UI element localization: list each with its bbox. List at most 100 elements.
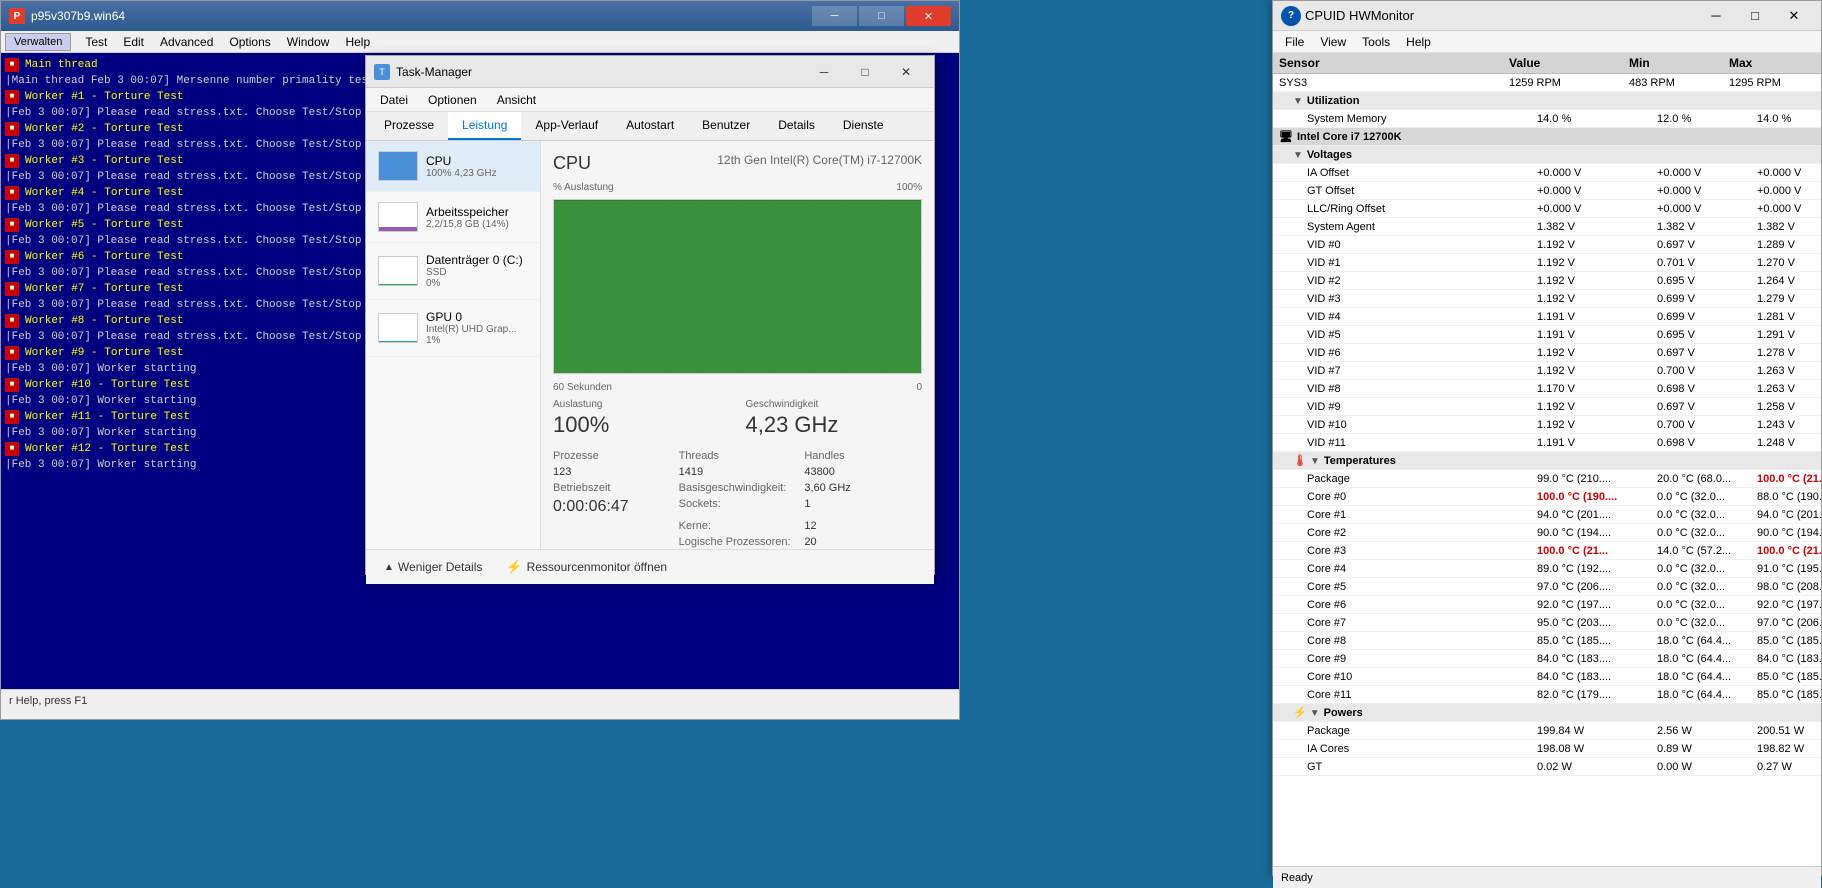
- sensor-name: GT Offset: [1307, 185, 1537, 197]
- worker-label: Worker #1 - Torture Test: [25, 89, 183, 105]
- table-row: VID #71.192 V0.700 V1.263 V: [1273, 362, 1821, 380]
- sidebar-item-disk[interactable]: Datenträger 0 (C:) SSD0%: [366, 243, 540, 300]
- sensor-max: 14.0 %: [1757, 113, 1821, 125]
- kerne-label: Kerne:: [679, 520, 797, 532]
- prime95-close-button[interactable]: ✕: [906, 6, 951, 26]
- table-row: VID #01.192 V0.697 V1.289 V: [1273, 236, 1821, 254]
- table-row: Core #795.0 °C (203....0.0 °C (32.0...97…: [1273, 614, 1821, 632]
- sensor-name: System Memory: [1307, 113, 1537, 125]
- tab-dienste[interactable]: Dienste: [829, 112, 898, 140]
- sensor-min: +0.000 V: [1657, 167, 1757, 179]
- table-row: VID #111.191 V0.698 V1.248 V: [1273, 434, 1821, 452]
- hwm-maximize-button[interactable]: □: [1736, 5, 1774, 27]
- table-row: Core #0 100.0 °C (190.... 0.0 °C (32.0..…: [1273, 488, 1821, 506]
- ressourcenmonitor-label: Ressourcenmonitor öffnen: [527, 560, 668, 574]
- prime95-maximize-button[interactable]: □: [859, 6, 904, 26]
- worker-icon: ■: [5, 218, 19, 232]
- table-row: System Agent 1.382 V 1.382 V 1.382 V: [1273, 218, 1821, 236]
- section-name: 🖥Intel Core i7 12700K: [1279, 130, 1509, 143]
- table-row: GT Offset +0.000 V +0.000 V +0.000 V: [1273, 182, 1821, 200]
- hwm-minimize-button[interactable]: ─: [1697, 5, 1735, 27]
- tab-leistung[interactable]: Leistung: [448, 112, 521, 140]
- table-row: Core #290.0 °C (194....0.0 °C (32.0...90…: [1273, 524, 1821, 542]
- prime95-minimize-button[interactable]: ─: [812, 6, 857, 26]
- prime95-menu-options[interactable]: Options: [221, 33, 278, 51]
- sensor-min: +0.000 V: [1657, 203, 1757, 215]
- prime95-menu-advanced[interactable]: Advanced: [152, 33, 221, 51]
- prime95-statusbar: r Help, press F1: [1, 689, 959, 711]
- cpu-title: CPU: [553, 153, 591, 174]
- table-row: 🌡▼Temperatures: [1273, 452, 1821, 470]
- cpu-graph-fill: [379, 152, 417, 180]
- graph-label-100: 100%: [896, 182, 922, 193]
- worker-label: Main thread: [25, 57, 98, 73]
- ressourcenmonitor-button[interactable]: ⚡ Ressourcenmonitor öffnen: [500, 556, 673, 578]
- hwm-menu-view[interactable]: View: [1312, 33, 1354, 51]
- table-row: IA Offset +0.000 V +0.000 V +0.000 V: [1273, 164, 1821, 182]
- hwm-titlebar: ? CPUID HWMonitor ─ □ ✕: [1273, 1, 1821, 31]
- sensor-min: +0.000 V: [1657, 185, 1757, 197]
- geschwindigkeit-label: Geschwindigkeit: [746, 399, 923, 410]
- memory-graph-fill: [379, 227, 417, 231]
- prime95-menu-window[interactable]: Window: [279, 33, 338, 51]
- table-row: Package 99.0 °C (210.... 20.0 °C (68.0..…: [1273, 470, 1821, 488]
- tm-menu-optionen[interactable]: Optionen: [418, 91, 487, 109]
- tm-titlebar: T Task-Manager ─ □ ✕: [366, 56, 934, 88]
- table-row: Core #984.0 °C (183....18.0 °C (64.4...8…: [1273, 650, 1821, 668]
- tab-prozesse[interactable]: Prozesse: [370, 112, 448, 140]
- sensor-max: 1.382 V: [1757, 221, 1821, 233]
- cpu-graph-svg: [554, 200, 921, 373]
- handles-value: 43800: [804, 466, 922, 478]
- tab-benutzer[interactable]: Benutzer: [688, 112, 764, 140]
- sidebar-item-cpu[interactable]: CPU 100% 4,23 GHz: [366, 141, 540, 192]
- tm-close-button[interactable]: ✕: [886, 62, 926, 82]
- prime95-menu-test[interactable]: Test: [77, 33, 115, 51]
- worker-label: Worker #5 - Torture Test: [25, 217, 183, 233]
- worker-icon: ■: [5, 410, 19, 424]
- worker-icon: ■: [5, 250, 19, 264]
- sidebar-item-memory[interactable]: Arbeitsspeicher 2,2/15,8 GB (14%): [366, 192, 540, 243]
- gpu-sidebar-detail: Intel(R) UHD Grap...1%: [426, 324, 528, 346]
- table-row: VID #101.192 V0.700 V1.243 V: [1273, 416, 1821, 434]
- sensor-value: 14.0 %: [1537, 113, 1657, 125]
- hwm-menu-tools[interactable]: Tools: [1354, 33, 1398, 51]
- graph-label-pct: % Auslastung: [553, 182, 614, 193]
- sidebar-item-gpu[interactable]: GPU 0 Intel(R) UHD Grap...1%: [366, 300, 540, 357]
- gpu-graph-fill: [379, 341, 417, 342]
- tab-autostart[interactable]: Autostart: [612, 112, 688, 140]
- tm-minimize-button[interactable]: ─: [804, 62, 844, 82]
- weniger-details-button[interactable]: ▲ Weniger Details: [378, 557, 488, 577]
- sockets-value: 1: [804, 498, 922, 516]
- tm-maximize-button[interactable]: □: [845, 62, 885, 82]
- geschwindigkeit-block: Geschwindigkeit 4,23 GHz: [746, 399, 923, 438]
- table-row: Core #692.0 °C (197....0.0 °C (32.0...92…: [1273, 596, 1821, 614]
- tm-menu-ansicht[interactable]: Ansicht: [487, 91, 546, 109]
- hwm-menu-file[interactable]: File: [1277, 33, 1312, 51]
- gpu-mini-graph: [378, 313, 418, 343]
- tab-app-verlauf[interactable]: App-Verlauf: [521, 112, 612, 140]
- col-max: Max: [1729, 56, 1822, 70]
- table-row: ⚡▼Powers: [1273, 704, 1821, 722]
- worker-label: Worker #2 - Torture Test: [25, 121, 183, 137]
- table-row: System Memory 14.0 % 12.0 % 14.0 %: [1273, 110, 1821, 128]
- col-sensor: Sensor: [1279, 56, 1509, 70]
- tm-menu-datei[interactable]: Datei: [370, 91, 418, 109]
- hwm-win-controls: ─ □ ✕: [1697, 5, 1813, 27]
- hwm-menu-help[interactable]: Help: [1398, 33, 1439, 51]
- log-text: |Feb 3 00:07] Worker starting: [5, 425, 196, 441]
- hwm-close-button[interactable]: ✕: [1775, 5, 1813, 27]
- prime95-toolbar-verwalten[interactable]: Verwalten: [5, 33, 71, 51]
- tab-details[interactable]: Details: [764, 112, 829, 140]
- worker-label: Worker #8 - Torture Test: [25, 313, 183, 329]
- table-row: VID #81.170 V0.698 V1.263 V: [1273, 380, 1821, 398]
- handles-label: Handles: [804, 450, 922, 462]
- sensor-name: SYS3: [1279, 77, 1509, 89]
- prime95-menu-help[interactable]: Help: [337, 33, 378, 51]
- tm-win-controls: ─ □ ✕: [804, 62, 926, 82]
- log-text: |Feb 3 00:07] Worker starting: [5, 457, 196, 473]
- tm-icon: T: [374, 64, 390, 80]
- table-row: Core #3 100.0 °C (21... 14.0 °C (57.2...…: [1273, 542, 1821, 560]
- prime95-menu-edit[interactable]: Edit: [115, 33, 152, 51]
- tm-main: CPU 12th Gen Intel(R) Core(TM) i7-12700K…: [541, 141, 934, 549]
- disk-sidebar-text: Datenträger 0 (C:) SSD0%: [426, 253, 528, 289]
